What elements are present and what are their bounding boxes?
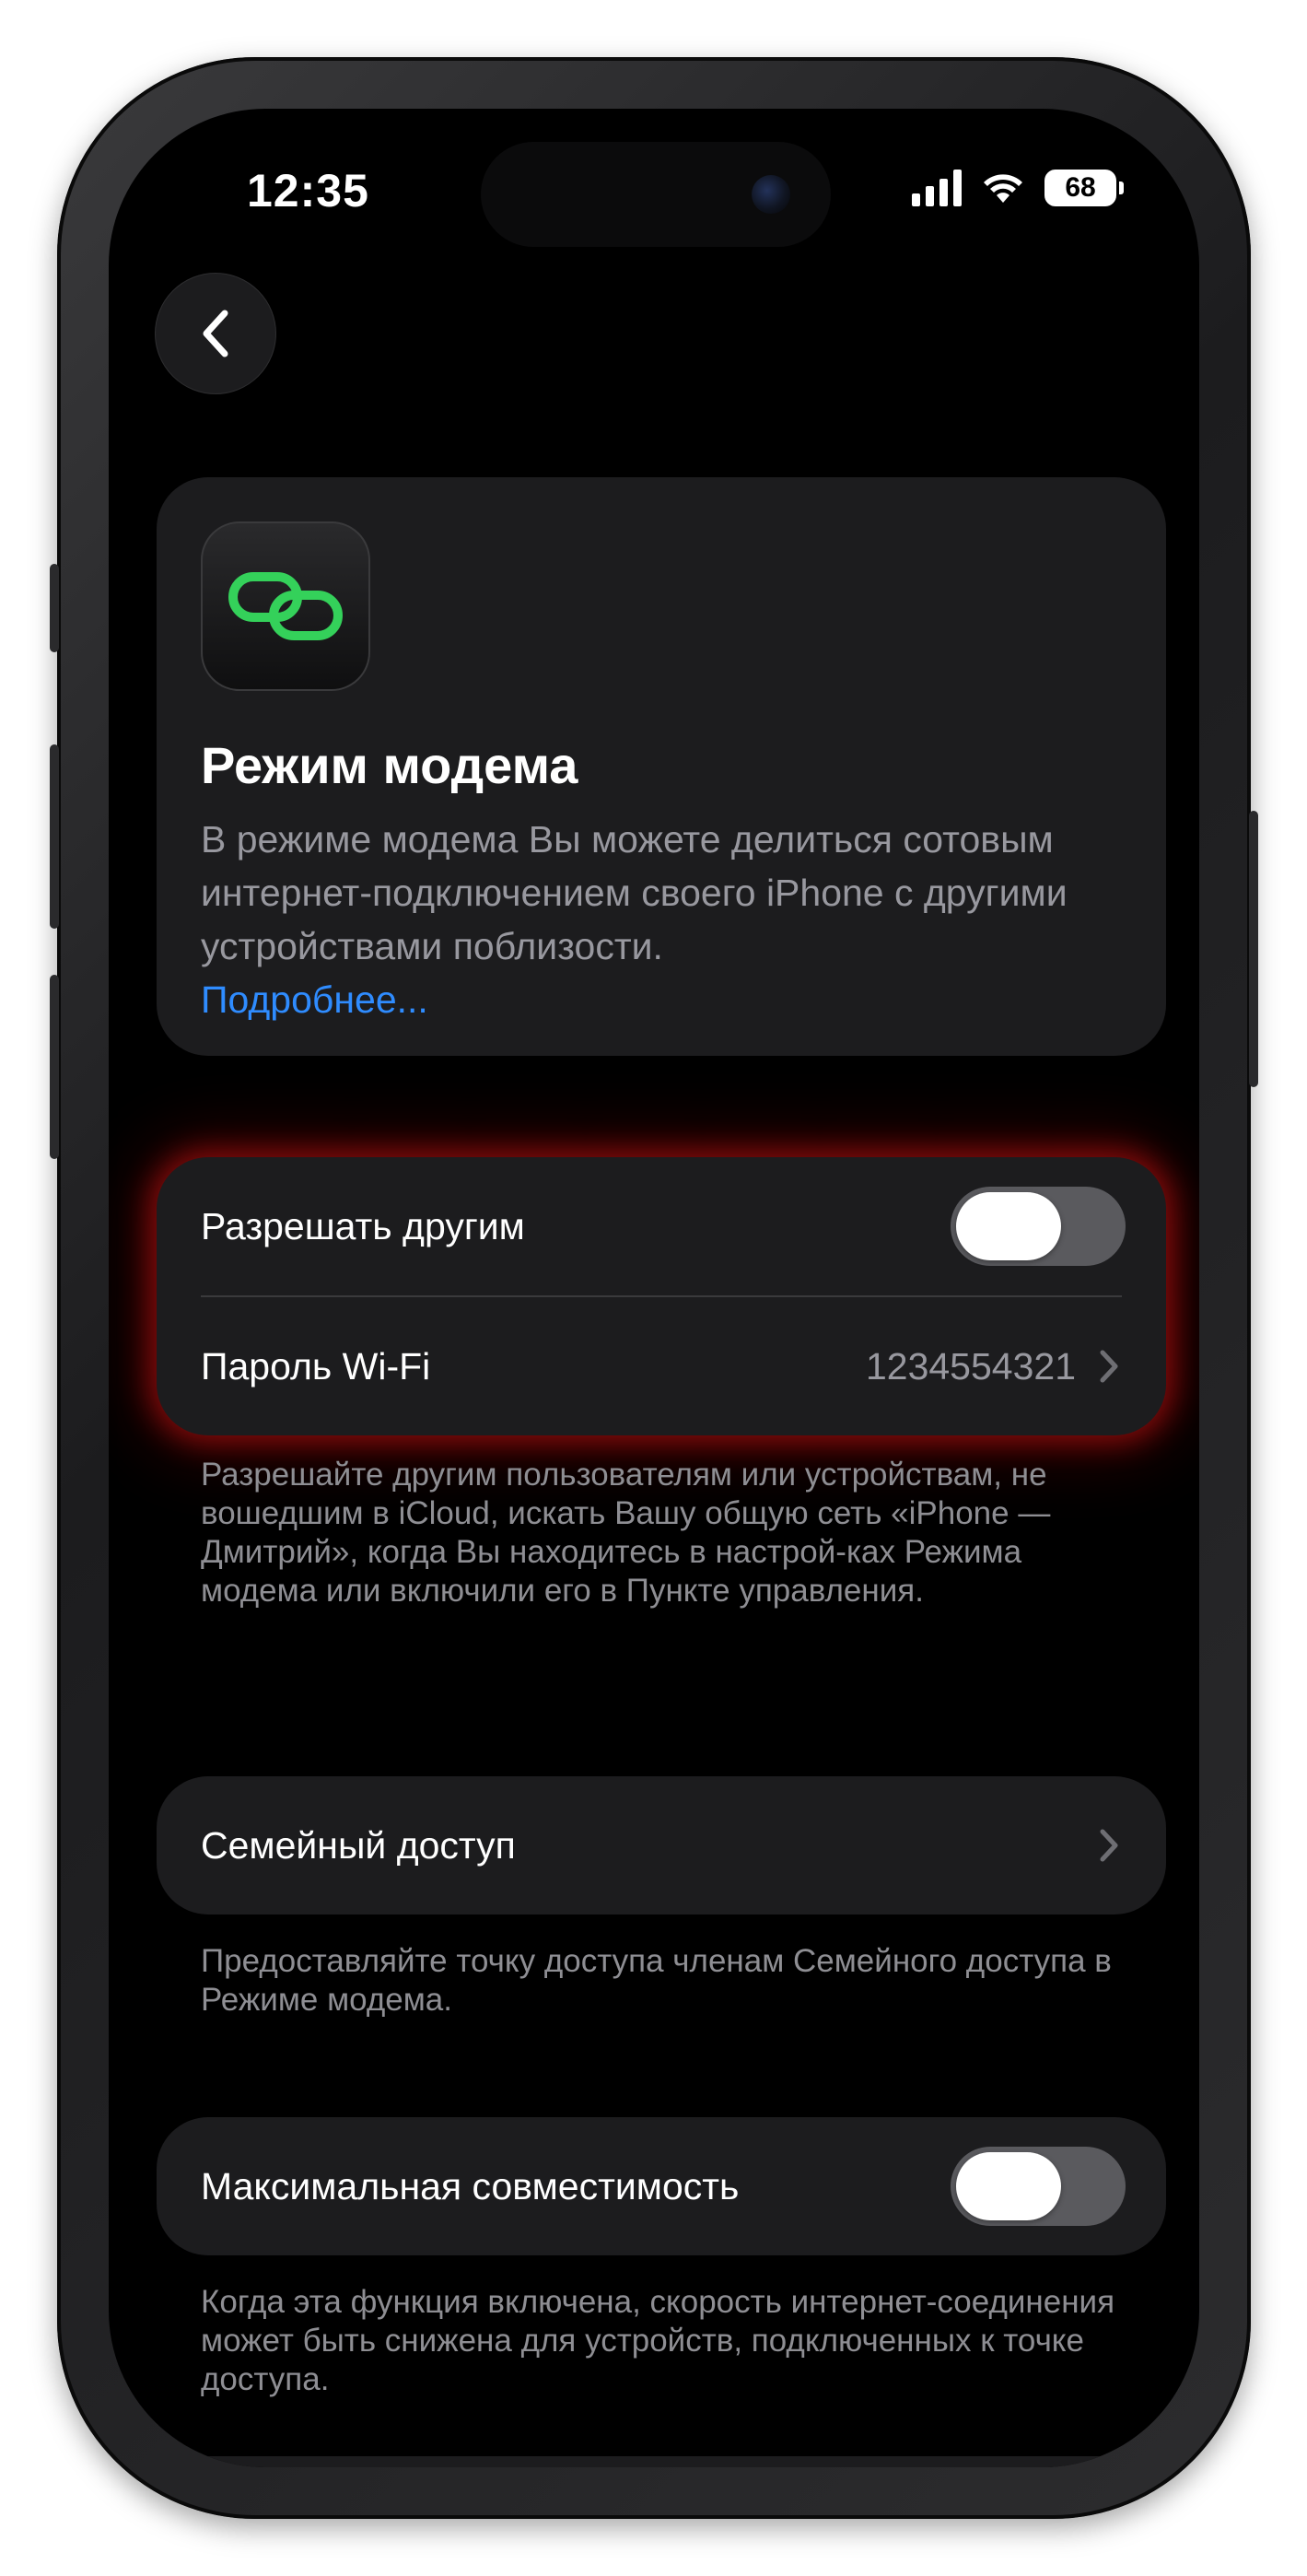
chevron-right-icon bbox=[1100, 1829, 1118, 1862]
max-compatibility-row[interactable]: Максимальная совместимость bbox=[157, 2117, 1166, 2255]
volume-up-button bbox=[50, 744, 59, 929]
page-title: Режим модема bbox=[201, 736, 578, 794]
status-icons: 68 bbox=[912, 170, 1124, 206]
max-compatibility-label: Максимальная совместимость bbox=[201, 2164, 740, 2207]
cellular-signal-icon bbox=[912, 170, 962, 206]
next-section-card bbox=[157, 2456, 1166, 2467]
hero-description: В режиме модема Вы можете делиться сотов… bbox=[201, 813, 1140, 1026]
wifi-icon bbox=[984, 174, 1022, 203]
family-row-content: Семейный доступ bbox=[157, 1776, 1166, 1914]
max-compatibility-toggle[interactable] bbox=[951, 2147, 1126, 2226]
link-icon bbox=[228, 572, 343, 640]
front-camera-icon bbox=[752, 175, 790, 214]
allow-others-row[interactable]: Разрешать другим bbox=[157, 1157, 1166, 1295]
dynamic-island bbox=[481, 142, 831, 247]
battery-level: 68 bbox=[1065, 172, 1096, 203]
volume-down-button bbox=[50, 975, 59, 1159]
power-button bbox=[1249, 811, 1258, 1087]
action-button bbox=[50, 564, 59, 652]
battery-icon: 68 bbox=[1044, 170, 1124, 206]
toggle-knob bbox=[956, 1192, 1061, 1260]
status-time: 12:35 bbox=[247, 165, 369, 217]
sharing-settings-group: Разрешать другим Пароль Wi-Fi 1234554321 bbox=[157, 1157, 1166, 1435]
hero-description-text: В режиме модема Вы можете делиться сотов… bbox=[201, 818, 1068, 967]
family-sharing-label: Семейный доступ bbox=[201, 1823, 516, 1867]
chevron-right-icon bbox=[1100, 1350, 1118, 1383]
hotspot-app-icon bbox=[201, 521, 370, 691]
learn-more-link[interactable]: Подробнее... bbox=[201, 973, 1140, 1026]
back-button[interactable] bbox=[155, 273, 276, 394]
family-sharing-row[interactable]: Семейный доступ bbox=[157, 1776, 1166, 1914]
wifi-password-row[interactable]: Пароль Wi-Fi 1234554321 bbox=[157, 1297, 1166, 1435]
compatibility-footnote: Когда эта функция включена, скорость инт… bbox=[201, 2284, 1115, 2397]
sharing-footnote: Разрешайте другим пользователям или устр… bbox=[201, 1457, 1051, 1609]
compat-row-content: Максимальная совместимость bbox=[157, 2117, 1166, 2255]
wifi-password-value: 1234554321 bbox=[865, 1344, 1076, 1388]
toggle-knob bbox=[956, 2152, 1061, 2220]
allow-others-toggle[interactable] bbox=[951, 1187, 1126, 1266]
chevron-left-icon bbox=[203, 310, 228, 357]
allow-others-label: Разрешать другим bbox=[201, 1204, 525, 1247]
hotspot-info-card: Режим модема В режиме модема Вы можете д… bbox=[157, 477, 1166, 1056]
family-footnote: Предоставляйте точку доступа членам Семе… bbox=[201, 1943, 1112, 2018]
wifi-password-label: Пароль Wi-Fi bbox=[201, 1344, 431, 1388]
screen: 12:35 68 Режим модема В режиме модема Вы… bbox=[109, 109, 1199, 2467]
